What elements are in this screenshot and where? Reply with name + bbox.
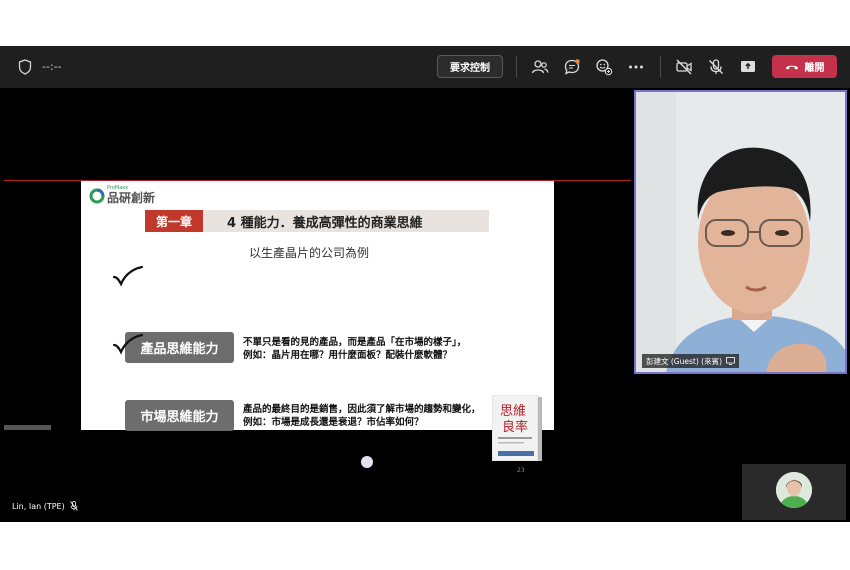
chat-icon[interactable] — [562, 57, 582, 77]
slide-page-number: 23 — [517, 467, 525, 474]
shield-icon[interactable] — [18, 59, 32, 75]
share-icon[interactable] — [738, 57, 758, 77]
mic-off-icon — [69, 501, 78, 511]
meeting-window: --:-- 要求控制 離開 ProMaxx 品硏創新 第一章 4 種能力．養成高… — [0, 46, 850, 522]
shared-slide: ProMaxx 品硏創新 第一章 4 種能力．養成高彈性的商業思維 以生產晶片的… — [81, 181, 554, 474]
meeting-toolbar: --:-- 要求控制 離開 — [0, 46, 850, 88]
self-video-tile[interactable] — [742, 464, 846, 520]
slide-pointer-dot — [361, 456, 373, 468]
skill-pill-market: 市場思維能力 — [125, 400, 234, 431]
logo-text: 品硏創新 — [107, 191, 156, 205]
people-icon[interactable] — [530, 57, 550, 77]
mic-off-icon[interactable] — [706, 57, 726, 77]
checkmark-icon — [112, 265, 144, 287]
toolbar-divider — [516, 56, 517, 78]
book-title-2: 良率 — [502, 419, 528, 435]
toolbar-divider — [660, 56, 661, 78]
leave-label: 離開 — [804, 63, 825, 74]
self-avatar — [776, 472, 812, 508]
self-name-label: Lin, Ian (TPE) — [12, 501, 78, 511]
slide-subtitle: 以生產晶片的公司為例 — [249, 246, 370, 260]
company-logo: ProMaxx 品硏創新 — [89, 185, 156, 205]
skill-description-market: 產品的最終目的是銷售，因此須了解市場的趨勢和變化， 例如：市場是成長還是衰退？市… — [243, 404, 481, 428]
participant-video — [636, 92, 845, 372]
reactions-icon[interactable] — [594, 57, 614, 77]
leave-button[interactable]: 離開 — [772, 55, 837, 78]
camera-off-icon[interactable] — [674, 57, 694, 77]
book-title-1: 思維 — [500, 404, 526, 419]
meeting-timer: --:-- — [42, 60, 62, 73]
more-icon[interactable] — [626, 57, 646, 77]
chapter-label: 第一章 — [145, 210, 203, 232]
stage-scrollbar[interactable] — [4, 425, 51, 430]
checkmark-icon — [112, 333, 144, 355]
participant-name-label: 彭建文 (Guest) (來賓) — [642, 354, 739, 368]
request-control-button[interactable]: 要求控制 — [437, 55, 503, 78]
phone-hangup-icon — [785, 65, 798, 69]
slide-title: 4 種能力．養成高彈性的商業思維 — [227, 216, 423, 231]
logo-mark-icon — [89, 188, 105, 203]
skill-description-product: 不單只是看的見的產品，而是產品「在市場的樣子」， 例如：晶片用在哪？用什麼面板？… — [243, 337, 467, 361]
screen-share-icon — [726, 357, 735, 365]
book-cover-image: 思維 良率 — [492, 395, 542, 461]
participant-video-tile[interactable]: 彭建文 (Guest) (來賓) — [634, 90, 847, 374]
